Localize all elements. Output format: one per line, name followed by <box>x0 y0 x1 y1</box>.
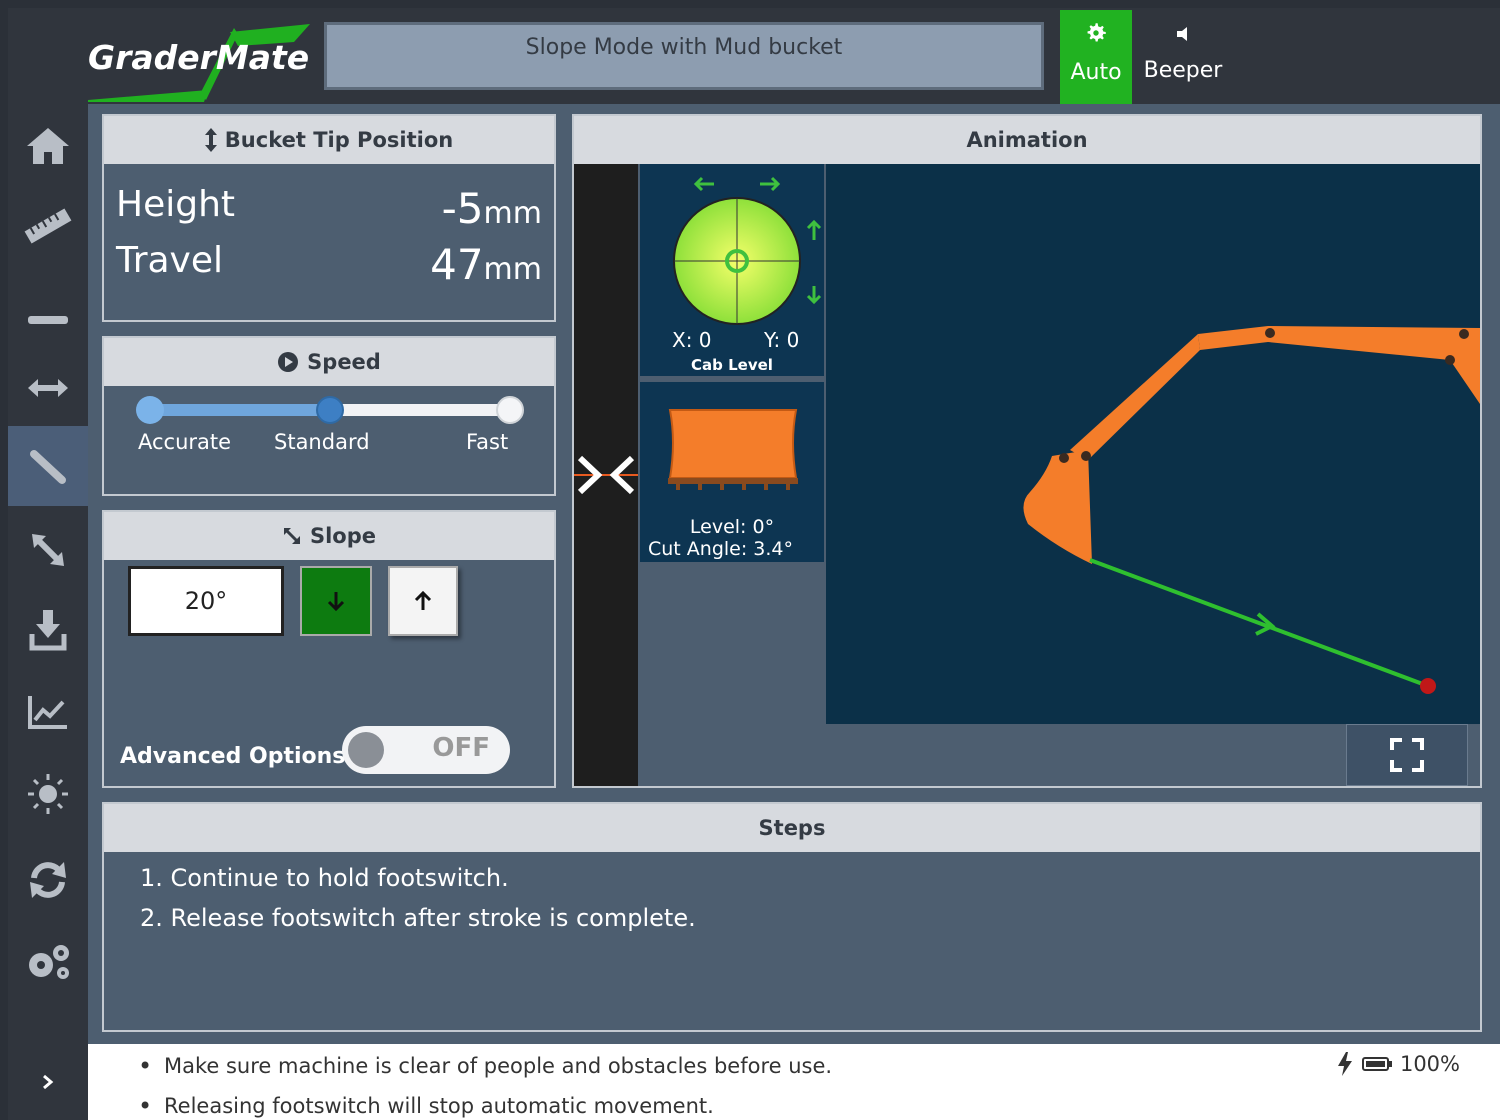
chart-icon <box>28 696 67 729</box>
steps-header: Steps <box>104 804 1480 852</box>
play-circle-icon <box>278 352 299 372</box>
arrow-up-icon <box>414 590 432 610</box>
bucket-level: Level: 0° <box>689 516 775 538</box>
speed-option-accurate[interactable]: Accurate <box>138 430 231 454</box>
excavator-arm <box>1023 326 1480 564</box>
mode-display[interactable]: Slope Mode with Mud bucket <box>324 22 1044 90</box>
charging-bolt-icon <box>1337 1052 1352 1076</box>
slope-input[interactable]: 20° <box>128 566 284 636</box>
animation-body: X: 0 Y: 0 Cab Level Level: 0° Cut Angle:… <box>574 164 1480 786</box>
fullscreen-button[interactable] <box>1346 724 1468 786</box>
slope-panel: Slope 20° Advanced Options OFF <box>102 510 556 788</box>
speaker-icon <box>1177 27 1187 41</box>
cut-path-line <box>1089 558 1436 694</box>
travel-row: Travel 47mm <box>116 240 542 290</box>
sidebar-item-settings[interactable] <box>8 922 88 1002</box>
slope-header: Slope <box>104 512 554 560</box>
cab-level-gauge <box>673 176 822 325</box>
sidebar-item-travel[interactable] <box>8 348 88 428</box>
toggle-thumb <box>348 732 384 768</box>
sidebar-expand-button[interactable] <box>8 1044 88 1120</box>
bucket-icon <box>668 409 798 490</box>
advanced-options-toggle[interactable]: OFF <box>342 726 510 774</box>
travel-value: 47mm <box>430 240 542 289</box>
battery-status: 100% <box>1336 1052 1460 1076</box>
arrow-down-icon <box>327 592 345 612</box>
fullscreen-icon <box>1390 738 1424 772</box>
sidebar-item-sync[interactable] <box>8 840 88 920</box>
bucket-tip-header: Bucket Tip Position <box>104 116 554 164</box>
sidebar-item-brightness[interactable] <box>8 754 88 834</box>
top-bar: GraderMate Slope Mode with Mud bucket Au… <box>8 8 1500 104</box>
steps-panel: Steps 1. Continue to hold footswitch. 2.… <box>102 802 1482 1032</box>
sidebar-item-slope[interactable] <box>8 426 88 506</box>
animation-panel: Animation X: 0 Y: 0 Cab Level Level: 0° … <box>572 114 1482 788</box>
slope-line-icon <box>30 450 66 484</box>
toggle-state: OFF <box>432 733 490 763</box>
download-icon <box>29 610 67 651</box>
home-icon <box>27 128 69 164</box>
cab-x-value: X: 0 <box>672 328 712 352</box>
battery-icon <box>1361 1057 1392 1071</box>
cab-level-widget: X: 0 Y: 0 Cab Level <box>640 164 824 376</box>
bucket-tip-panel: Bucket Tip Position Height -5mm Travel 4… <box>102 114 556 322</box>
diagonal-arrows-icon <box>32 534 64 566</box>
chevron-right-icon <box>43 1074 54 1090</box>
vertical-arrows-icon <box>204 128 217 152</box>
speed-track[interactable] <box>330 404 510 416</box>
ruler-icon <box>24 208 72 244</box>
note-item: Releasing footswitch will stop automatic… <box>138 1092 714 1120</box>
mode-label: Slope Mode with Mud bucket <box>525 35 843 60</box>
speed-track-filled <box>150 404 330 416</box>
zero-marker-icon <box>574 455 638 495</box>
cut-angle: Cut Angle: 3.4° <box>648 538 794 560</box>
horizontal-line-icon <box>28 316 68 324</box>
horizontal-arrows-icon <box>28 379 68 397</box>
sidebar-item-diagonal[interactable] <box>8 510 88 590</box>
height-row: Height -5mm <box>116 184 542 234</box>
speed-slider-thumb[interactable] <box>316 396 344 424</box>
machine-animation <box>826 164 1480 724</box>
battery-percent: 100% <box>1399 1052 1460 1076</box>
height-value: -5mm <box>441 184 542 233</box>
slope-down-button[interactable] <box>300 566 372 636</box>
speed-stop-fast[interactable] <box>496 396 524 424</box>
beeper-button[interactable]: Beeper <box>1138 10 1228 104</box>
main-area: Bucket Tip Position Height -5mm Travel 4… <box>88 104 1500 1044</box>
note-item: Make sure machine is clear of people and… <box>138 1052 832 1080</box>
sync-icon <box>30 862 66 898</box>
bucket-widget: Level: 0° Cut Angle: 3.4° <box>640 382 824 562</box>
sidebar-item-chart[interactable] <box>8 672 88 752</box>
gear-icon <box>1087 23 1106 42</box>
travel-label: Travel <box>116 240 224 281</box>
sidebar-item-download[interactable] <box>8 590 88 670</box>
diagonal-arrow-icon <box>283 527 300 544</box>
animation-side-strip <box>574 164 638 786</box>
cab-y-value: Y: 0 <box>764 328 800 352</box>
advanced-options-label: Advanced Options <box>120 744 346 769</box>
slope-up-button[interactable] <box>388 566 458 636</box>
sidebar-item-home[interactable] <box>8 106 88 186</box>
footer-notes: Make sure machine is clear of people and… <box>88 1044 1500 1120</box>
speed-header: Speed <box>104 338 554 386</box>
speed-option-fast[interactable]: Fast <box>466 430 508 454</box>
sidebar <box>8 104 88 1044</box>
height-label: Height <box>116 184 236 225</box>
animation-header: Animation <box>574 116 1480 164</box>
step-item: 2. Release footswitch after stroke is co… <box>140 904 696 932</box>
speed-option-standard[interactable]: Standard <box>274 430 370 454</box>
cab-level-title: Cab Level <box>691 356 773 374</box>
settings-icon <box>29 945 69 979</box>
speed-panel: Speed Accurate Standard Fast <box>102 336 556 496</box>
auto-button[interactable]: Auto <box>1060 10 1132 104</box>
speed-stop-accurate[interactable] <box>136 396 164 424</box>
gradermate-logo: GraderMate <box>88 22 312 102</box>
sidebar-item-measure[interactable] <box>8 186 88 266</box>
step-item: 1. Continue to hold footswitch. <box>140 864 509 892</box>
brightness-icon <box>28 774 68 814</box>
